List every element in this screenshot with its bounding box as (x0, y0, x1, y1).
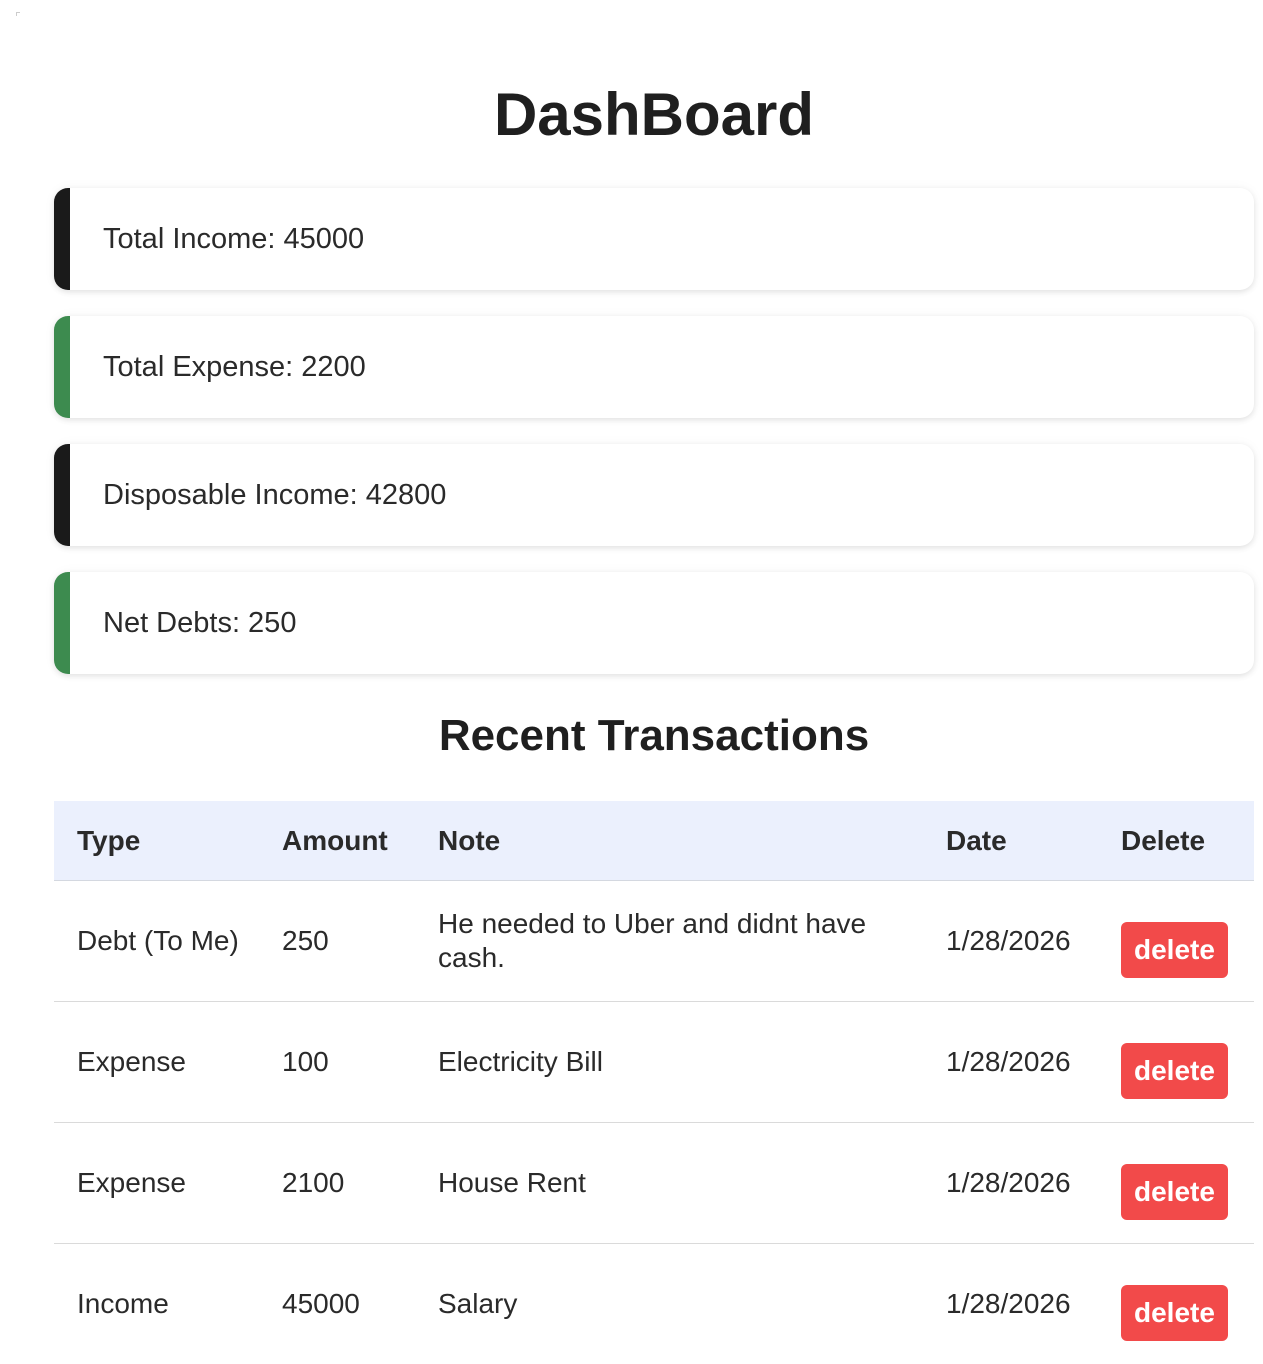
cell-delete: delete (1098, 1244, 1254, 1364)
table-row: Debt (To Me) 250 He needed to Uber and d… (54, 881, 1254, 1002)
delete-button[interactable]: delete (1121, 1043, 1228, 1099)
cell-date: 1/28/2026 (923, 881, 1098, 1002)
table-row: Expense 100 Electricity Bill 1/28/2026 d… (54, 1002, 1254, 1123)
card-total-income: Total Income: 45000 (54, 188, 1254, 290)
header-note: Note (415, 801, 923, 881)
header-amount: Amount (259, 801, 415, 881)
cell-amount: 100 (259, 1002, 415, 1123)
card-label: Total Expense: 2200 (103, 316, 366, 418)
page-title: DashBoard (54, 80, 1254, 150)
cell-amount: 2100 (259, 1123, 415, 1244)
corner-mark (16, 12, 20, 16)
delete-button[interactable]: delete (1121, 1164, 1228, 1220)
cell-note: House Rent (415, 1123, 923, 1244)
card-disposable-income: Disposable Income: 42800 (54, 444, 1254, 546)
cell-note: He needed to Uber and didnt have cash. (415, 881, 923, 1002)
card-label: Net Debts: 250 (103, 572, 296, 674)
cell-date: 1/28/2026 (923, 1002, 1098, 1123)
cell-date: 1/28/2026 (923, 1123, 1098, 1244)
header-date: Date (923, 801, 1098, 881)
cell-delete: delete (1098, 1002, 1254, 1123)
cell-delete: delete (1098, 1123, 1254, 1244)
cell-type: Income (54, 1244, 259, 1364)
cell-date: 1/28/2026 (923, 1244, 1098, 1364)
summary-cards: Total Income: 45000 Total Expense: 2200 … (54, 188, 1254, 700)
cell-amount: 250 (259, 881, 415, 1002)
cell-note: Salary (415, 1244, 923, 1364)
card-label: Total Income: 45000 (103, 188, 364, 290)
delete-button[interactable]: delete (1121, 1285, 1228, 1341)
cell-type: Debt (To Me) (54, 881, 259, 1002)
transactions-table: Type Amount Note Date Delete Debt (To Me… (54, 801, 1254, 1364)
cell-type: Expense (54, 1123, 259, 1244)
card-total-expense: Total Expense: 2200 (54, 316, 1254, 418)
table-row: Income 45000 Salary 1/28/2026 delete (54, 1244, 1254, 1364)
cell-delete: delete (1098, 881, 1254, 1002)
cell-type: Expense (54, 1002, 259, 1123)
delete-button[interactable]: delete (1121, 922, 1228, 978)
table-row: Expense 2100 House Rent 1/28/2026 delete (54, 1123, 1254, 1244)
header-type: Type (54, 801, 259, 881)
cell-note: Electricity Bill (415, 1002, 923, 1123)
card-label: Disposable Income: 42800 (103, 444, 446, 546)
table-header-row: Type Amount Note Date Delete (54, 801, 1254, 881)
cell-amount: 45000 (259, 1244, 415, 1364)
recent-transactions-title: Recent Transactions (54, 708, 1254, 764)
header-delete: Delete (1098, 801, 1254, 881)
card-net-debts: Net Debts: 250 (54, 572, 1254, 674)
